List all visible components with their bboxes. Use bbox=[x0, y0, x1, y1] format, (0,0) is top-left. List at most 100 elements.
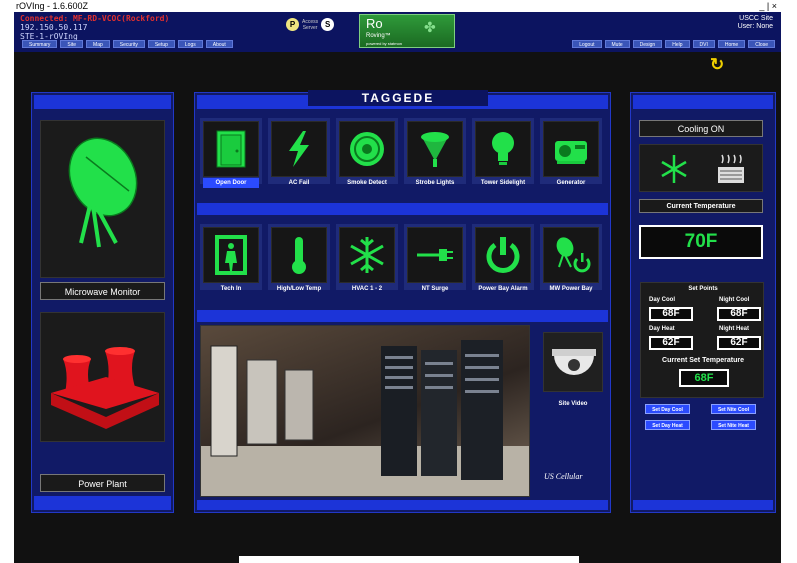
nav-site-button[interactable]: Site bbox=[60, 40, 84, 48]
server-label: Server bbox=[302, 24, 318, 31]
cooling-snowflake-icon bbox=[661, 155, 687, 183]
tower-sidelight-label: Tower Sidelight bbox=[480, 180, 526, 186]
nav-about-button[interactable]: About bbox=[205, 40, 233, 48]
center-panel-title: TAGGEDE bbox=[308, 90, 488, 106]
door-icon bbox=[216, 130, 246, 168]
power-bay-alarm-tile[interactable]: Power Bay Alarm bbox=[472, 224, 534, 292]
generator-tile[interactable]: Generator bbox=[540, 118, 602, 186]
nav-right: Logout Mute Design Help DVI Home Close bbox=[572, 40, 775, 48]
window-title: rOVIng - 1.6.600Z bbox=[16, 1, 89, 11]
microwave-monitor-tile[interactable] bbox=[40, 120, 165, 278]
dome-camera-icon bbox=[552, 349, 596, 375]
left-panel-footer bbox=[34, 496, 171, 510]
close-button[interactable]: Close bbox=[748, 40, 775, 48]
bottom-strip bbox=[239, 556, 579, 563]
logout-button[interactable]: Logout bbox=[572, 40, 602, 48]
nav-logs-button[interactable]: Logs bbox=[177, 40, 203, 48]
site-info: USCC Site User: None bbox=[738, 15, 773, 31]
smoke-detect-tile[interactable]: Smoke Detect bbox=[336, 118, 398, 186]
access-label: Access bbox=[302, 18, 319, 25]
tech-in-tile[interactable]: Tech In bbox=[200, 224, 262, 292]
bulb-icon bbox=[492, 132, 514, 165]
site-name: USCC Site bbox=[739, 15, 773, 22]
set-nite-cool-button[interactable]: Set Nite Cool bbox=[711, 404, 756, 414]
nav-security-button[interactable]: Security bbox=[112, 40, 145, 48]
site-video-label: Site Video bbox=[558, 401, 588, 407]
connection-status: Connected: MF-RD-VCOC(Rockford) bbox=[20, 14, 170, 23]
us-cellular-logo: US Cellular bbox=[544, 472, 583, 481]
high-low-temp-tile[interactable]: High/Low Temp bbox=[268, 224, 330, 292]
day-heat-label: Day Heat bbox=[649, 326, 675, 332]
home-button[interactable]: Home bbox=[717, 40, 746, 48]
ac-fail-tile[interactable]: AC Fail bbox=[268, 118, 330, 186]
power-plant-tile[interactable] bbox=[40, 312, 165, 442]
person-door-icon bbox=[215, 235, 247, 275]
strobe-lights-label: Strobe Lights bbox=[415, 180, 455, 186]
logo-roving: Roving™ bbox=[366, 33, 391, 39]
nav-left: Summary Site Map Security Setup Logs Abo… bbox=[22, 40, 233, 48]
generator-label: Generator bbox=[556, 180, 586, 186]
power-bay-alarm-label: Power Bay Alarm bbox=[478, 286, 528, 292]
set-day-cool-button[interactable]: Set Day Cool bbox=[645, 404, 690, 414]
set-points-box: Set Points Day Cool Night Cool 68F 68F D… bbox=[640, 282, 764, 398]
day-cool-label: Day Cool bbox=[649, 297, 676, 303]
hvac-status-tile bbox=[639, 144, 763, 192]
dvi-button[interactable]: DVI bbox=[692, 40, 715, 48]
tower-sidelight-tile[interactable]: Tower Sidelight bbox=[472, 118, 534, 186]
satellite-dish-icon bbox=[68, 137, 138, 248]
night-heat-value: 62F bbox=[719, 338, 759, 348]
current-temp-value: 70F bbox=[641, 227, 761, 257]
current-temp-label: Current Temperature bbox=[639, 199, 763, 213]
thermometer-icon bbox=[292, 237, 306, 274]
site-video-feed[interactable] bbox=[200, 325, 530, 497]
logo-ro: Ro bbox=[366, 16, 383, 31]
logo-mark-icon: ✤ bbox=[424, 19, 436, 35]
nt-surge-tile[interactable]: NT Surge bbox=[404, 224, 466, 292]
right-panel-header bbox=[633, 95, 773, 109]
night-heat-field[interactable]: 62F bbox=[717, 336, 761, 350]
open-door-tile[interactable]: Open Door bbox=[200, 118, 262, 188]
current-set-label: Current Set Temperature bbox=[662, 357, 744, 364]
design-button[interactable]: Design bbox=[632, 40, 663, 48]
help-button[interactable]: Help bbox=[665, 40, 690, 48]
refresh-icon[interactable]: ↻ bbox=[710, 55, 724, 75]
set-day-heat-button[interactable]: Set Day Heat bbox=[645, 420, 690, 430]
night-heat-label: Night Heat bbox=[719, 326, 749, 332]
window-controls[interactable]: _ | × bbox=[759, 0, 777, 12]
center-divider-1 bbox=[197, 203, 608, 215]
power-plant-label: Power Plant bbox=[40, 474, 165, 492]
strobe-lights-tile[interactable]: Strobe Lights bbox=[404, 118, 466, 186]
connection-ip: 192.150.50.117 bbox=[20, 23, 88, 32]
app-window: rOVIng - 1.6.600Z _ | × Connected: MF-RD… bbox=[14, 0, 781, 563]
smoke-detect-label: Smoke Detect bbox=[347, 180, 387, 186]
mw-power-bay-label: MW Power Bay bbox=[549, 286, 593, 292]
center-divider-2 bbox=[197, 310, 608, 322]
power-plant-icon bbox=[51, 347, 159, 429]
user-info: User: None bbox=[737, 23, 773, 30]
hvac-tile[interactable]: HVAC 1 - 2 bbox=[336, 224, 398, 292]
mute-button[interactable]: Mute bbox=[604, 40, 630, 48]
day-cool-field[interactable]: 68F bbox=[649, 307, 693, 321]
right-panel-footer bbox=[633, 500, 773, 510]
current-set-value: 68F bbox=[681, 371, 727, 385]
camera-tile[interactable] bbox=[543, 332, 603, 392]
s-indicator-icon: S bbox=[321, 18, 335, 31]
roving-logo: Ro Roving™ powered by statmon ✤ bbox=[359, 14, 455, 48]
night-cool-field[interactable]: 68F bbox=[717, 307, 761, 321]
plug-icon bbox=[417, 249, 453, 261]
access-server-indicator: P Access Server S bbox=[286, 18, 335, 31]
mw-power-bay-tile[interactable]: MW Power Bay bbox=[540, 224, 602, 292]
day-heat-field[interactable]: 62F bbox=[649, 336, 693, 350]
nav-map-button[interactable]: Map bbox=[86, 40, 110, 48]
logo-powered: powered by statmon bbox=[366, 41, 403, 46]
current-temp-display: 70F bbox=[639, 225, 763, 259]
day-cool-value: 68F bbox=[651, 309, 691, 319]
center-panel-footer bbox=[197, 500, 608, 510]
nav-summary-button[interactable]: Summary bbox=[22, 40, 58, 48]
strobe-light-icon bbox=[421, 132, 449, 167]
set-nite-heat-button[interactable]: Set Nite Heat bbox=[711, 420, 756, 430]
microwave-monitor-label: Microwave Monitor bbox=[40, 282, 165, 300]
connection-info: Connected: MF-RD-VCOC(Rockford) 192.150.… bbox=[20, 14, 169, 41]
tech-in-label: Tech In bbox=[220, 286, 242, 292]
nav-setup-button[interactable]: Setup bbox=[147, 40, 175, 48]
